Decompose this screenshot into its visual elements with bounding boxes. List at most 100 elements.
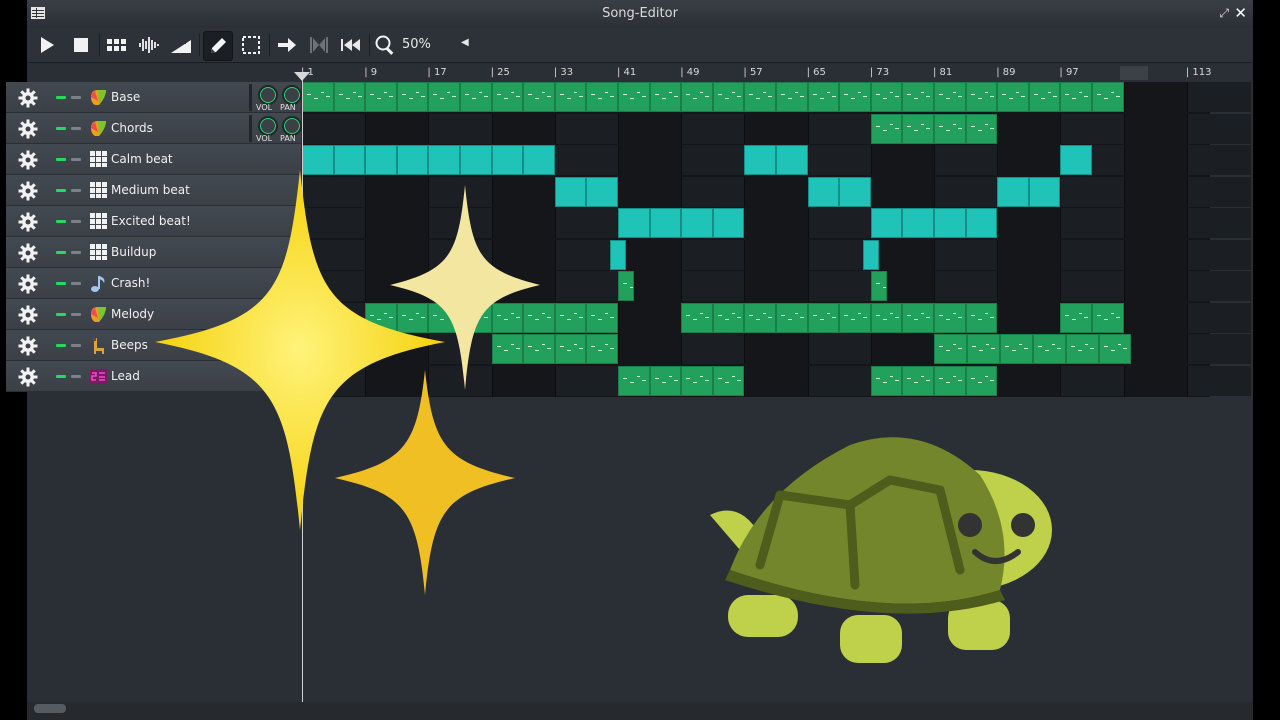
pattern-clip[interactable] [870,271,899,301]
mute-toggle[interactable] [56,189,66,192]
pattern-clip[interactable] [681,365,713,396]
pattern-clip[interactable] [618,365,650,396]
add-automation-track-button[interactable] [167,31,195,59]
beat-clip[interactable] [807,176,840,207]
edit-mode-button[interactable] [237,31,265,59]
mute-toggle[interactable] [56,282,66,285]
gear-icon[interactable] [18,305,38,325]
pattern-clip[interactable] [965,82,998,112]
pattern-clip[interactable] [554,302,587,333]
mute-toggle[interactable] [56,313,66,316]
pattern-clip[interactable] [839,82,871,112]
loop-end-marker[interactable] [1120,66,1148,80]
pattern-clip[interactable] [997,82,1029,112]
pattern-clip[interactable] [870,302,903,333]
playhead-marker[interactable] [294,72,310,81]
auto-scroll-button[interactable] [273,31,301,59]
beat-clip[interactable] [1060,145,1092,175]
play-button[interactable] [33,31,61,59]
beat-clip[interactable] [712,208,745,238]
pattern-clip[interactable] [428,82,460,112]
solo-toggle[interactable] [71,96,81,99]
pattern-clip[interactable] [302,82,334,112]
solo-toggle[interactable] [71,375,81,378]
beat-clip[interactable] [1028,176,1061,207]
track-header[interactable]: Base VOL PAN [6,82,302,113]
pattern-clip[interactable] [965,113,998,144]
scrollbar-handle[interactable] [34,704,66,713]
mute-toggle[interactable] [56,220,66,223]
solo-toggle[interactable] [71,313,81,316]
volume-knob[interactable] [258,116,278,136]
volume-knob[interactable] [258,85,278,105]
beat-clip[interactable] [997,176,1029,207]
zoom-combobox[interactable]: 50% [402,37,431,52]
pattern-clip[interactable] [870,365,903,396]
mute-toggle[interactable] [56,127,66,130]
pattern-clip[interactable] [396,82,429,112]
pan-knob[interactable] [282,85,302,105]
pattern-clip[interactable] [681,82,713,112]
pattern-clip[interactable] [649,365,682,396]
pattern-clip[interactable] [649,82,682,112]
pattern-clip[interactable] [934,113,966,144]
pattern-clip[interactable] [1060,82,1092,112]
mute-toggle[interactable] [56,251,66,254]
beat-clip[interactable] [586,176,618,207]
gear-icon[interactable] [18,367,38,387]
pattern-clip[interactable] [1028,82,1061,112]
horizontal-scrollbar[interactable] [27,702,1253,720]
pattern-clip[interactable] [807,302,840,333]
beat-clip[interactable] [839,176,871,207]
pattern-clip[interactable] [965,365,998,396]
pattern-clip[interactable] [618,271,646,301]
pattern-clip[interactable] [744,82,776,112]
pattern-clip[interactable] [554,82,587,112]
beat-clip[interactable] [491,145,524,175]
track-name[interactable]: Buildup [111,245,156,259]
solo-toggle[interactable] [71,127,81,130]
pattern-clip[interactable] [902,302,934,333]
track-name[interactable]: Chords [111,121,153,135]
beat-clip[interactable] [870,208,903,238]
pattern-clip[interactable] [365,82,397,112]
track-name[interactable]: Beeps [111,338,148,352]
gear-icon[interactable] [18,274,38,294]
track-name[interactable]: Lead [111,369,140,383]
gear-icon[interactable] [18,88,38,108]
pattern-clip[interactable] [586,82,618,112]
gear-icon[interactable] [18,336,38,356]
solo-toggle[interactable] [71,251,81,254]
pattern-clip[interactable] [870,82,903,112]
beat-clip[interactable] [902,208,934,238]
restore-icon[interactable]: ⤢ [1219,6,1229,21]
beat-clip[interactable] [460,145,492,175]
beat-clip[interactable] [681,208,713,238]
pattern-clip[interactable] [902,365,934,396]
pattern-clip[interactable] [1092,302,1124,333]
track-name[interactable]: Base [111,90,140,104]
stop-button[interactable] [67,31,95,59]
loop-points-button[interactable] [305,31,333,59]
gear-icon[interactable] [18,181,38,201]
pattern-clip[interactable] [807,82,840,112]
pattern-clip[interactable] [1092,82,1124,112]
pattern-clip[interactable] [1032,334,1066,364]
pattern-clip[interactable] [744,302,776,333]
pattern-clip[interactable] [776,302,808,333]
solo-toggle[interactable] [71,282,81,285]
track-row[interactable] [302,113,1251,144]
pattern-clip[interactable] [839,302,871,333]
pattern-clip[interactable] [999,334,1033,364]
pattern-clip[interactable] [681,302,713,333]
pattern-clip[interactable] [934,334,967,364]
zoom-button[interactable] [371,31,399,59]
gear-icon[interactable] [18,212,38,232]
timeline-ruler[interactable]: | 1 | 9 | 17 | 25 | 33 | 41 | 49 | 57 | 65 | 73 | … [301,66,1211,81]
pattern-clip[interactable] [491,82,524,112]
track-name[interactable]: Melody [111,307,154,321]
pattern-clip[interactable] [712,365,745,396]
pattern-clip[interactable] [1060,302,1092,333]
pattern-clip[interactable] [934,82,966,112]
pattern-clip[interactable] [618,82,650,112]
